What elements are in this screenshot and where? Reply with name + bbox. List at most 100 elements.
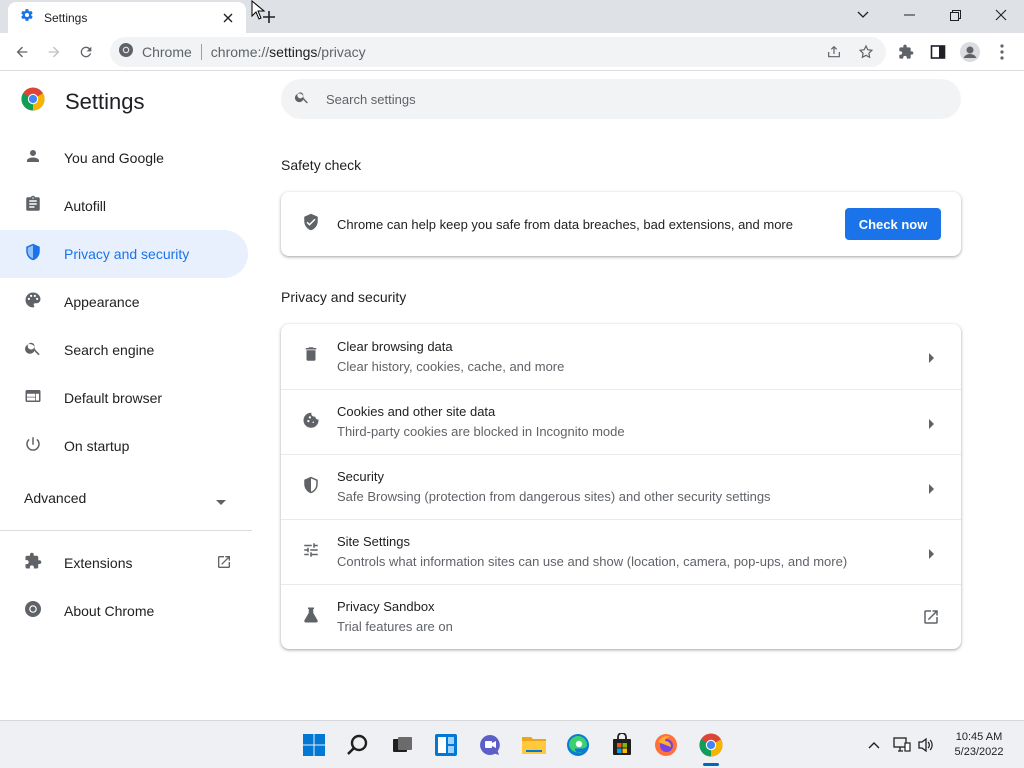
- back-button[interactable]: [8, 38, 36, 66]
- share-icon[interactable]: [822, 40, 846, 64]
- sidebar-divider: [0, 530, 252, 531]
- row-title: Site Settings: [337, 534, 410, 549]
- sidebar-item-default-browser[interactable]: Default browser: [0, 374, 248, 422]
- person-icon: [24, 147, 42, 170]
- row-privacy-sandbox[interactable]: Privacy Sandbox Trial features are on: [281, 584, 961, 649]
- address-bar[interactable]: Chrome chrome://settings/privacy: [110, 37, 886, 67]
- caret-down-icon: [216, 493, 226, 511]
- row-title: Privacy Sandbox: [337, 599, 435, 614]
- sliders-icon: [302, 541, 320, 564]
- safety-check-card: Chrome can help keep you safe from data …: [281, 192, 961, 256]
- sidebar-advanced-toggle[interactable]: Advanced: [0, 470, 248, 526]
- settings-gear-icon: [20, 8, 34, 27]
- row-security[interactable]: Security Safe Browsing (protection from …: [281, 454, 961, 519]
- sidebar-item-privacy-and-security[interactable]: Privacy and security: [0, 230, 248, 278]
- volume-icon[interactable]: [916, 735, 936, 755]
- sidebar-item-label: On startup: [64, 438, 130, 454]
- extensions-puzzle-icon[interactable]: [892, 38, 920, 66]
- row-subtitle: Trial features are on: [337, 619, 453, 634]
- network-icon[interactable]: [892, 735, 912, 755]
- side-panel-icon[interactable]: [924, 38, 952, 66]
- teams-chat-icon[interactable]: [474, 729, 506, 761]
- minimize-button[interactable]: [886, 0, 932, 30]
- profile-avatar-icon[interactable]: [956, 38, 984, 66]
- sidebar-item-search-engine[interactable]: Search engine: [0, 326, 248, 374]
- row-title: Clear browsing data: [337, 338, 453, 354]
- security-shield-icon: [302, 476, 320, 499]
- site-chip-label: Chrome: [142, 44, 192, 60]
- reload-button[interactable]: [72, 38, 100, 66]
- row-subtitle: Safe Browsing (protection from dangerous…: [337, 489, 771, 504]
- row-subtitle: Controls what information sites can use …: [337, 554, 848, 569]
- clipboard-icon: [24, 195, 42, 218]
- cookie-icon: [302, 411, 320, 434]
- arrow-right-icon: [929, 350, 935, 368]
- settings-brand: Settings: [21, 87, 145, 116]
- privacy-security-heading: Privacy and security: [281, 289, 407, 305]
- close-window-button[interactable]: [978, 0, 1024, 30]
- sidebar-item-label: Privacy and security: [64, 246, 190, 262]
- firefox-icon[interactable]: [650, 729, 682, 761]
- shield-icon: [24, 243, 42, 266]
- trash-icon: [302, 345, 320, 368]
- search-settings-field[interactable]: Search settings: [281, 79, 961, 119]
- clock-time: 10:45 AM: [955, 731, 1003, 743]
- taskbar-search-icon[interactable]: [342, 729, 374, 761]
- omnibox-separator: [200, 44, 202, 60]
- sidebar-item-label: About Chrome: [64, 603, 155, 619]
- url-text: chrome://settings/privacy: [210, 44, 366, 60]
- arrow-right-icon: [929, 546, 935, 564]
- sidebar-item-label: Autofill: [64, 198, 107, 214]
- open-in-new-icon: [216, 554, 232, 575]
- active-app-indicator: [703, 763, 719, 766]
- tab-title: Settings: [44, 10, 88, 25]
- menu-kebab-icon[interactable]: [988, 38, 1016, 66]
- sidebar-item-extensions[interactable]: Extensions: [0, 539, 248, 587]
- sidebar-item-autofill[interactable]: Autofill: [0, 182, 248, 230]
- sidebar-item-about-chrome[interactable]: About Chrome: [0, 587, 248, 635]
- check-now-button[interactable]: Check now: [845, 208, 941, 240]
- safety-check-text: Chrome can help keep you safe from data …: [337, 216, 793, 232]
- row-cookies[interactable]: Cookies and other site data Third-party …: [281, 389, 961, 454]
- task-view-icon[interactable]: [386, 729, 418, 761]
- sidebar-item-label: Default browser: [64, 390, 163, 406]
- page-title: Settings: [65, 88, 145, 114]
- microsoft-store-icon[interactable]: [606, 729, 638, 761]
- sidebar-item-label: Search engine: [64, 342, 155, 358]
- start-windows-icon[interactable]: [298, 729, 330, 761]
- widgets-icon[interactable]: [430, 729, 462, 761]
- chrome-logo-icon: [21, 87, 45, 116]
- tray-overflow-chevron-icon[interactable]: [864, 735, 884, 755]
- edge-browser-icon[interactable]: [562, 729, 594, 761]
- tab-settings[interactable]: Settings: [8, 2, 246, 33]
- sidebar-item-on-startup[interactable]: On startup: [0, 422, 248, 470]
- row-site-settings[interactable]: Site Settings Controls what information …: [281, 519, 961, 584]
- search-engine-icon: [24, 339, 42, 362]
- row-title: Cookies and other site data: [337, 404, 496, 419]
- tab-search-button[interactable]: [840, 0, 886, 30]
- mouse-cursor-icon: [251, 0, 266, 25]
- search-input[interactable]: Search settings: [326, 92, 416, 107]
- row-clear-browsing-data[interactable]: Clear browsing data Clear history, cooki…: [281, 324, 961, 389]
- row-subtitle: Clear history, cookies, cache, and more: [337, 358, 565, 374]
- settings-page: Settings Search settings You and Google …: [0, 72, 1024, 720]
- windows-taskbar: 10:45 AM 5/23/2022: [0, 720, 1024, 768]
- palette-icon: [24, 291, 42, 314]
- safety-check-heading: Safety check: [281, 157, 362, 173]
- forward-button[interactable]: [40, 38, 68, 66]
- tab-close-icon[interactable]: [220, 10, 236, 26]
- flask-icon: [302, 606, 320, 629]
- file-explorer-icon[interactable]: [518, 729, 550, 761]
- taskbar-clock[interactable]: 10:45 AM 5/23/2022: [944, 730, 1014, 760]
- arrow-right-icon: [929, 416, 935, 434]
- sidebar-item-you-and-google[interactable]: You and Google: [0, 134, 248, 182]
- browser-window-icon: [24, 387, 42, 410]
- chrome-taskbar-icon[interactable]: [695, 729, 727, 761]
- restore-button[interactable]: [932, 0, 978, 30]
- chrome-outline-icon: [24, 600, 42, 623]
- shield-check-icon: [302, 213, 320, 236]
- bookmark-star-icon[interactable]: [854, 40, 878, 64]
- privacy-security-card: Clear browsing data Clear history, cooki…: [281, 324, 961, 649]
- puzzle-icon: [24, 552, 42, 575]
- sidebar-item-appearance[interactable]: Appearance: [0, 278, 248, 326]
